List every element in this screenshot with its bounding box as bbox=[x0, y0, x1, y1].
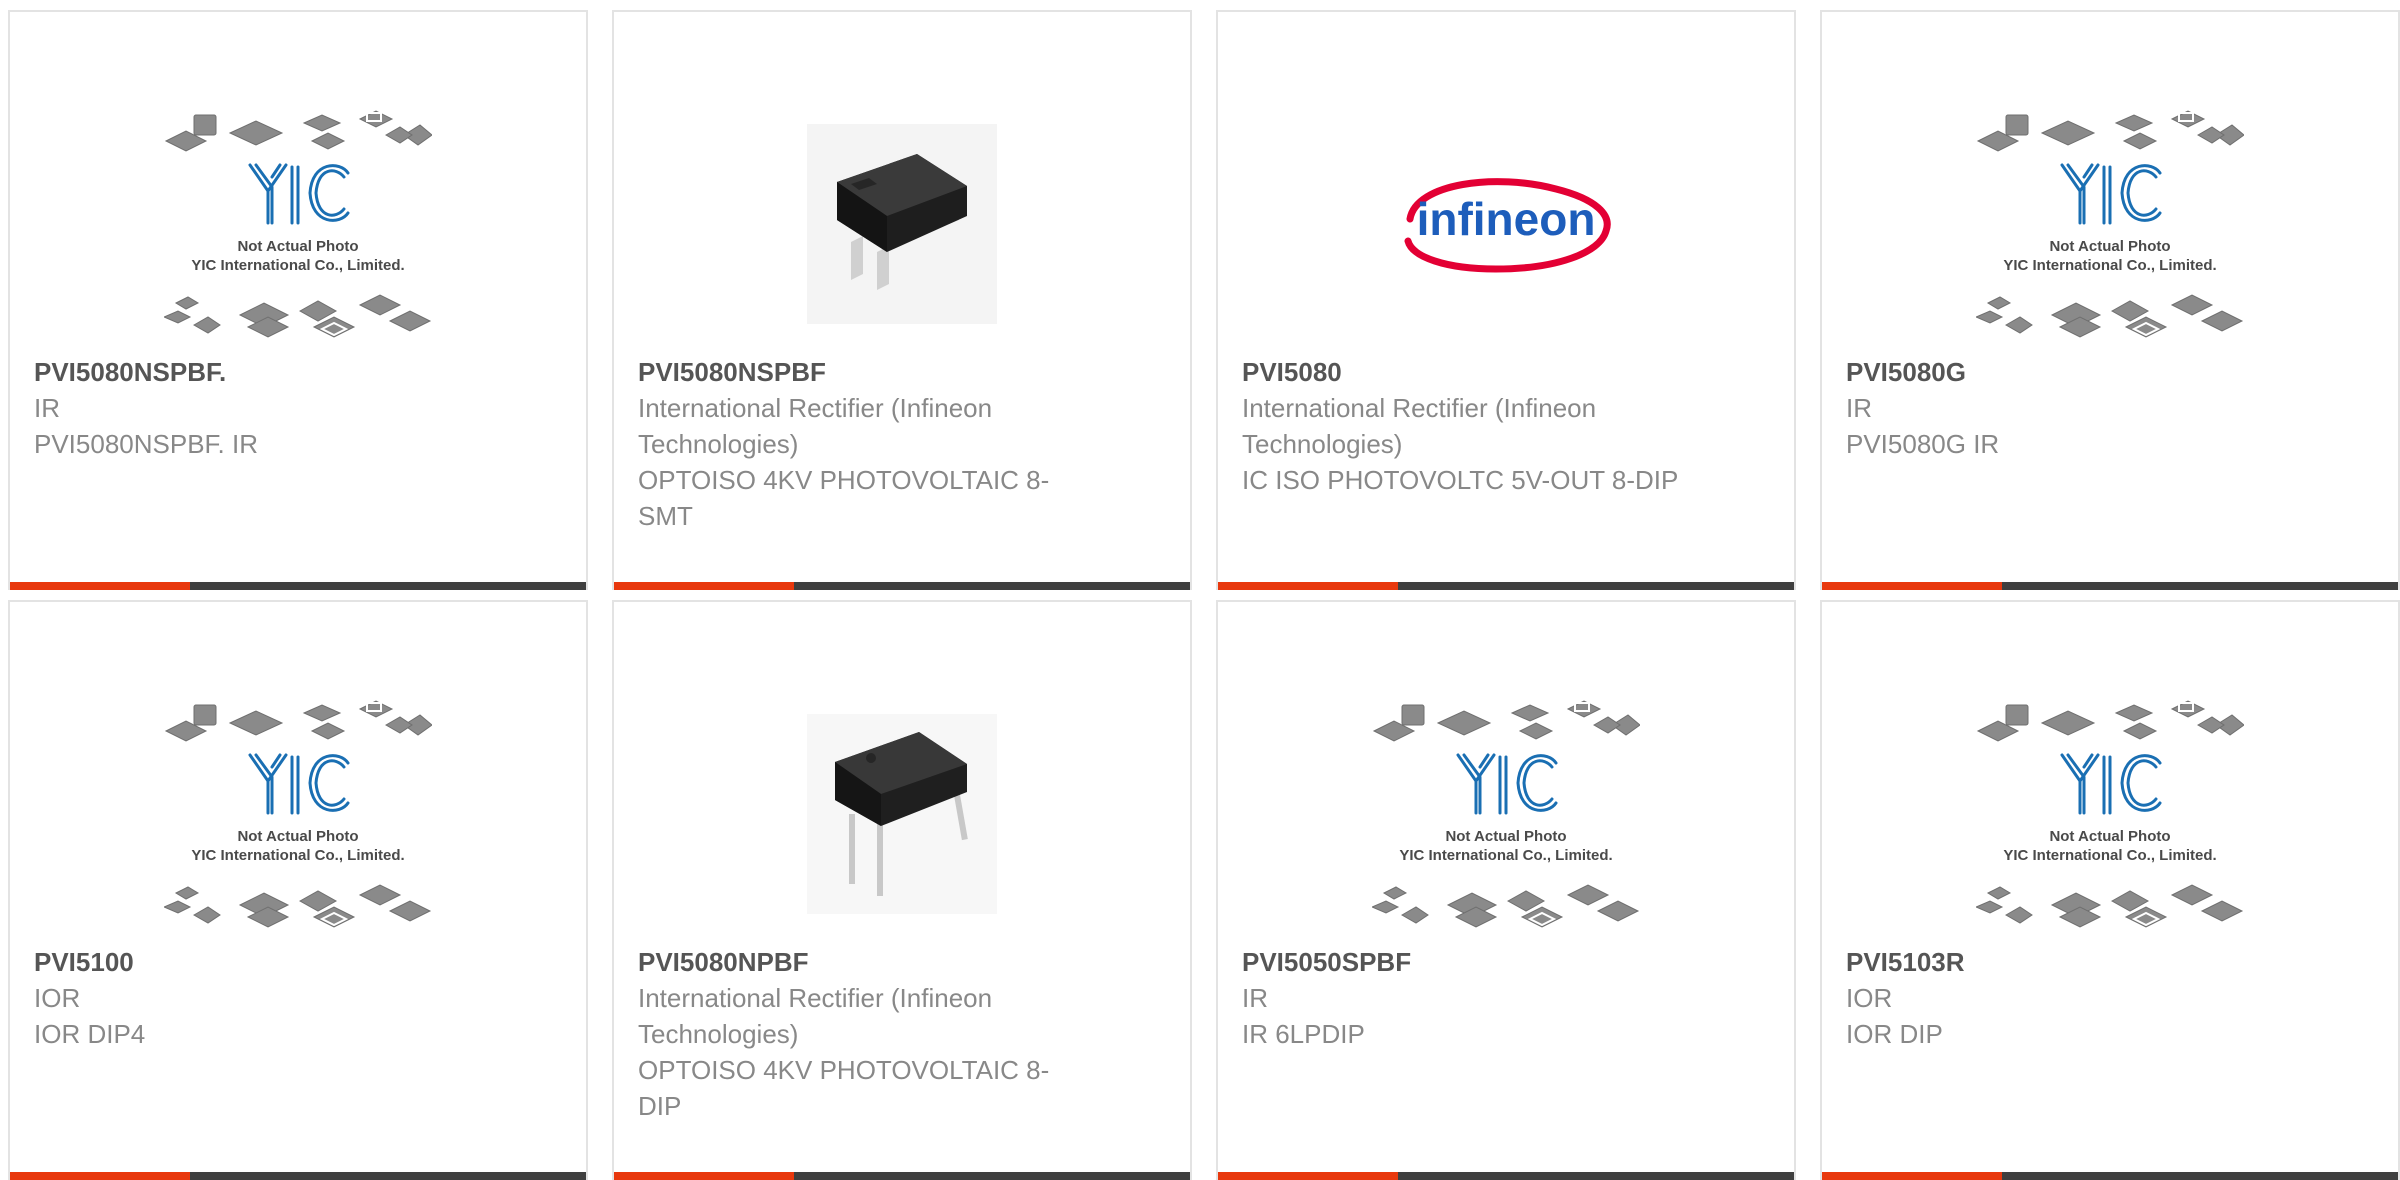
smt-chip-photo bbox=[807, 124, 997, 324]
product-info: PVI5103R IOR IOR DIP bbox=[1846, 944, 2288, 1052]
company-label: YIC International Co., Limited. bbox=[1399, 847, 1612, 864]
product-info: PVI5050SPBF IR IR 6LPDIP bbox=[1242, 944, 1684, 1052]
card-bottom-bar bbox=[1822, 1172, 2398, 1180]
product-info: PVI5080G IR PVI5080G IR bbox=[1846, 354, 2288, 462]
product-info: PVI5080NSPBF. IR PVI5080NSPBF. IR bbox=[34, 354, 476, 462]
manufacturer-label: International Rectifier (Infineon Techno… bbox=[638, 393, 993, 459]
part-number-link[interactable]: PVI5100 bbox=[34, 944, 476, 980]
product-card-6[interactable]: PVI5080NPBF International Rectifier (Inf… bbox=[612, 600, 1192, 1180]
product-card-7[interactable]: Not Actual Photo YIC International Co., … bbox=[1216, 600, 1796, 1180]
part-number-link[interactable]: PVI5080G bbox=[1846, 354, 2288, 390]
product-image[interactable]: Not Actual Photo YIC International Co., … bbox=[10, 684, 586, 944]
card-bottom-bar bbox=[614, 582, 1190, 590]
product-image[interactable]: Not Actual Photo YIC International Co., … bbox=[1822, 94, 2398, 354]
part-number-link[interactable]: PVI5080 bbox=[1242, 354, 1684, 390]
product-info: PVI5100 IOR IOR DIP4 bbox=[34, 944, 476, 1052]
dip-chip-photo bbox=[807, 714, 997, 914]
not-actual-photo-image: Not Actual Photo YIC International Co., … bbox=[164, 110, 432, 338]
product-card-8[interactable]: Not Actual Photo YIC International Co., … bbox=[1820, 600, 2400, 1180]
description-label: OPTOISO 4KV PHOTOVOLTAIC 8-SMT bbox=[638, 465, 1050, 531]
card-accent-bar bbox=[614, 582, 794, 590]
product-card-1[interactable]: Not Actual Photo YIC International Co., … bbox=[8, 10, 588, 590]
card-bottom-bar bbox=[1218, 582, 1794, 590]
part-number-link[interactable]: PVI5080NPBF bbox=[638, 944, 1080, 980]
product-image[interactable] bbox=[614, 684, 1190, 944]
description-label: PVI5080NSPBF. IR bbox=[34, 429, 258, 459]
manufacturer-label: International Rectifier (Infineon Techno… bbox=[638, 983, 993, 1049]
product-card-4[interactable]: Not Actual Photo YIC International Co., … bbox=[1820, 10, 2400, 590]
product-image[interactable]: Not Actual Photo YIC International Co., … bbox=[1218, 684, 1794, 944]
card-accent-bar bbox=[614, 1172, 794, 1180]
manufacturer-label: IR bbox=[1242, 983, 1268, 1013]
product-grid: Not Actual Photo YIC International Co., … bbox=[8, 10, 2400, 1180]
not-actual-photo-label: Not Actual Photo bbox=[1445, 828, 1566, 845]
company-label: YIC International Co., Limited. bbox=[2003, 847, 2216, 864]
description-label: OPTOISO 4KV PHOTOVOLTAIC 8-DIP bbox=[638, 1055, 1050, 1121]
part-number-link[interactable]: PVI5080NSPBF bbox=[638, 354, 1080, 390]
product-image[interactable] bbox=[614, 94, 1190, 354]
manufacturer-label: IOR bbox=[34, 983, 81, 1013]
product-card-2[interactable]: PVI5080NSPBF International Rectifier (In… bbox=[612, 10, 1192, 590]
not-actual-photo-image: Not Actual Photo YIC International Co., … bbox=[1372, 700, 1640, 928]
manufacturer-label: IR bbox=[34, 393, 60, 423]
product-info: PVI5080NSPBF International Rectifier (In… bbox=[638, 354, 1080, 534]
company-label: YIC International Co., Limited. bbox=[191, 847, 404, 864]
product-card-3[interactable]: infineon PVI5080 International Rectifier… bbox=[1216, 10, 1796, 590]
part-number-link[interactable]: PVI5103R bbox=[1846, 944, 2288, 980]
product-image[interactable]: Not Actual Photo YIC International Co., … bbox=[10, 94, 586, 354]
description-label: IR 6LPDIP bbox=[1242, 1019, 1365, 1049]
card-accent-bar bbox=[1822, 582, 2002, 590]
product-info: PVI5080NPBF International Rectifier (Inf… bbox=[638, 944, 1080, 1124]
product-card-5[interactable]: Not Actual Photo YIC International Co., … bbox=[8, 600, 588, 1180]
card-accent-bar bbox=[1822, 1172, 2002, 1180]
not-actual-photo-image: Not Actual Photo YIC International Co., … bbox=[164, 700, 432, 928]
card-accent-bar bbox=[10, 582, 190, 590]
description-label: IOR DIP4 bbox=[34, 1019, 146, 1049]
manufacturer-label: International Rectifier (Infineon Techno… bbox=[1242, 393, 1597, 459]
card-bottom-bar bbox=[614, 1172, 1190, 1180]
card-bottom-bar bbox=[10, 582, 586, 590]
not-actual-photo-image: Not Actual Photo YIC International Co., … bbox=[1976, 700, 2244, 928]
infineon-logo-text: infineon bbox=[1417, 193, 1596, 245]
card-accent-bar bbox=[10, 1172, 190, 1180]
company-label: YIC International Co., Limited. bbox=[191, 257, 404, 274]
not-actual-photo-label: Not Actual Photo bbox=[2049, 828, 2170, 845]
card-bottom-bar bbox=[1822, 582, 2398, 590]
product-image[interactable]: Not Actual Photo YIC International Co., … bbox=[1822, 684, 2398, 944]
not-actual-photo-label: Not Actual Photo bbox=[237, 828, 358, 845]
manufacturer-label: IOR bbox=[1846, 983, 1893, 1013]
card-accent-bar bbox=[1218, 582, 1398, 590]
part-number-link[interactable]: PVI5080NSPBF. bbox=[34, 354, 476, 390]
not-actual-photo-label: Not Actual Photo bbox=[237, 238, 358, 255]
description-label: IC ISO PHOTOVOLTC 5V-OUT 8-DIP bbox=[1242, 465, 1679, 495]
infineon-logo: infineon bbox=[1404, 178, 1611, 273]
card-accent-bar bbox=[1218, 1172, 1398, 1180]
not-actual-photo-label: Not Actual Photo bbox=[2049, 238, 2170, 255]
manufacturer-label: IR bbox=[1846, 393, 1872, 423]
product-info: PVI5080 International Rectifier (Infineo… bbox=[1242, 354, 1684, 498]
company-label: YIC International Co., Limited. bbox=[2003, 257, 2216, 274]
card-bottom-bar bbox=[10, 1172, 586, 1180]
part-number-link[interactable]: PVI5050SPBF bbox=[1242, 944, 1684, 980]
product-image[interactable]: infineon bbox=[1218, 94, 1794, 354]
description-label: PVI5080G IR bbox=[1846, 429, 2000, 459]
description-label: IOR DIP bbox=[1846, 1019, 1943, 1049]
card-bottom-bar bbox=[1218, 1172, 1794, 1180]
not-actual-photo-image: Not Actual Photo YIC International Co., … bbox=[1976, 110, 2244, 338]
